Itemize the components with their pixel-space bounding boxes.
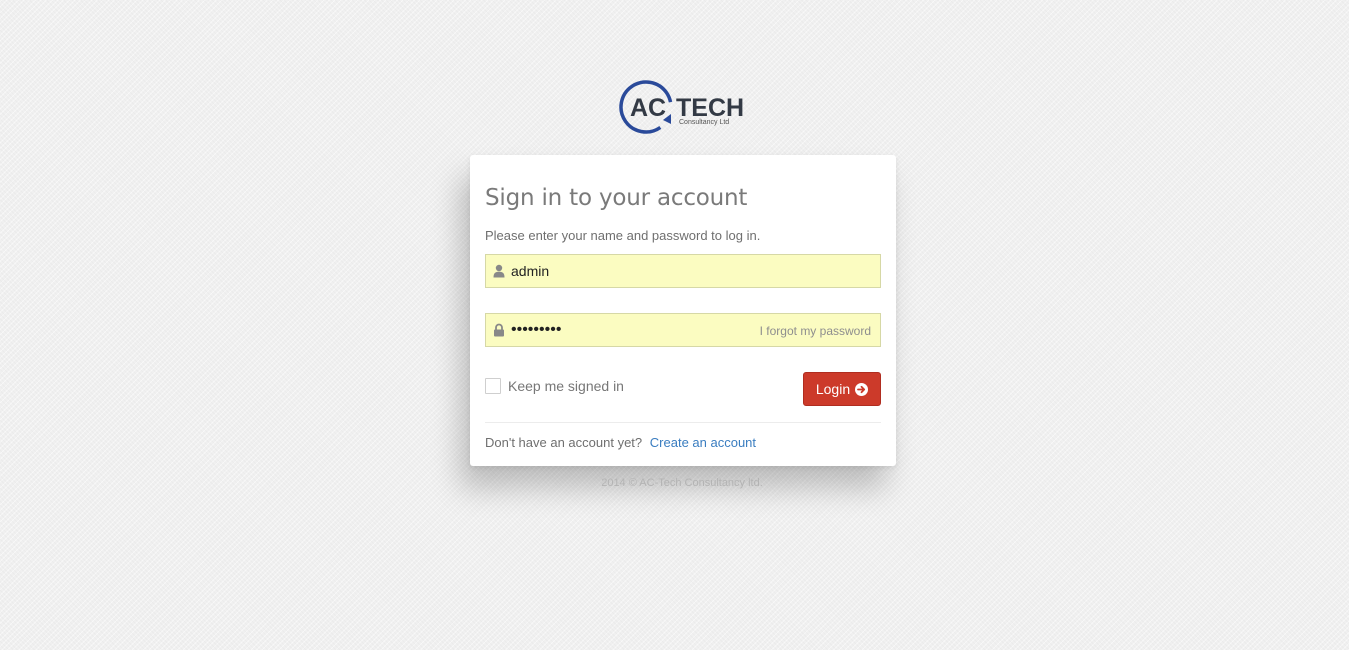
username-input[interactable] [511, 255, 751, 287]
login-button-label: Login [815, 381, 851, 397]
signup-row: Don't have an account yet? Create an acc… [485, 435, 756, 450]
password-input[interactable] [511, 314, 751, 346]
keep-signed-in-label[interactable]: Keep me signed in [508, 378, 624, 394]
logo-text-tech: TECH [676, 94, 744, 122]
signup-prompt: Don't have an account yet? [485, 435, 643, 450]
logo-text-ac: AC [630, 94, 666, 122]
keep-signed-in[interactable]: Keep me signed in [485, 377, 624, 395]
password-field-wrapper: I forgot my password [485, 313, 881, 347]
login-button[interactable]: Login [803, 372, 881, 406]
divider [485, 422, 881, 423]
arrow-circle-right-icon [855, 382, 869, 396]
page-title: Sign in to your account [485, 185, 748, 211]
keep-signed-in-checkbox[interactable] [485, 378, 501, 394]
logo-tagline: Consultancy Ltd [679, 119, 729, 126]
username-field-wrapper [485, 254, 881, 288]
company-logo: AC TECH Consultancy Ltd [619, 78, 749, 136]
login-card: Sign in to your account Please enter you… [470, 155, 896, 466]
user-icon [493, 264, 505, 278]
create-account-link[interactable]: Create an account [650, 435, 756, 450]
forgot-password-link[interactable]: I forgot my password [760, 324, 871, 338]
footer-copyright: 2014 © AC-Tech Consultancy ltd. [601, 477, 763, 489]
lock-icon [493, 323, 505, 337]
login-instructions: Please enter your name and password to l… [485, 228, 761, 243]
